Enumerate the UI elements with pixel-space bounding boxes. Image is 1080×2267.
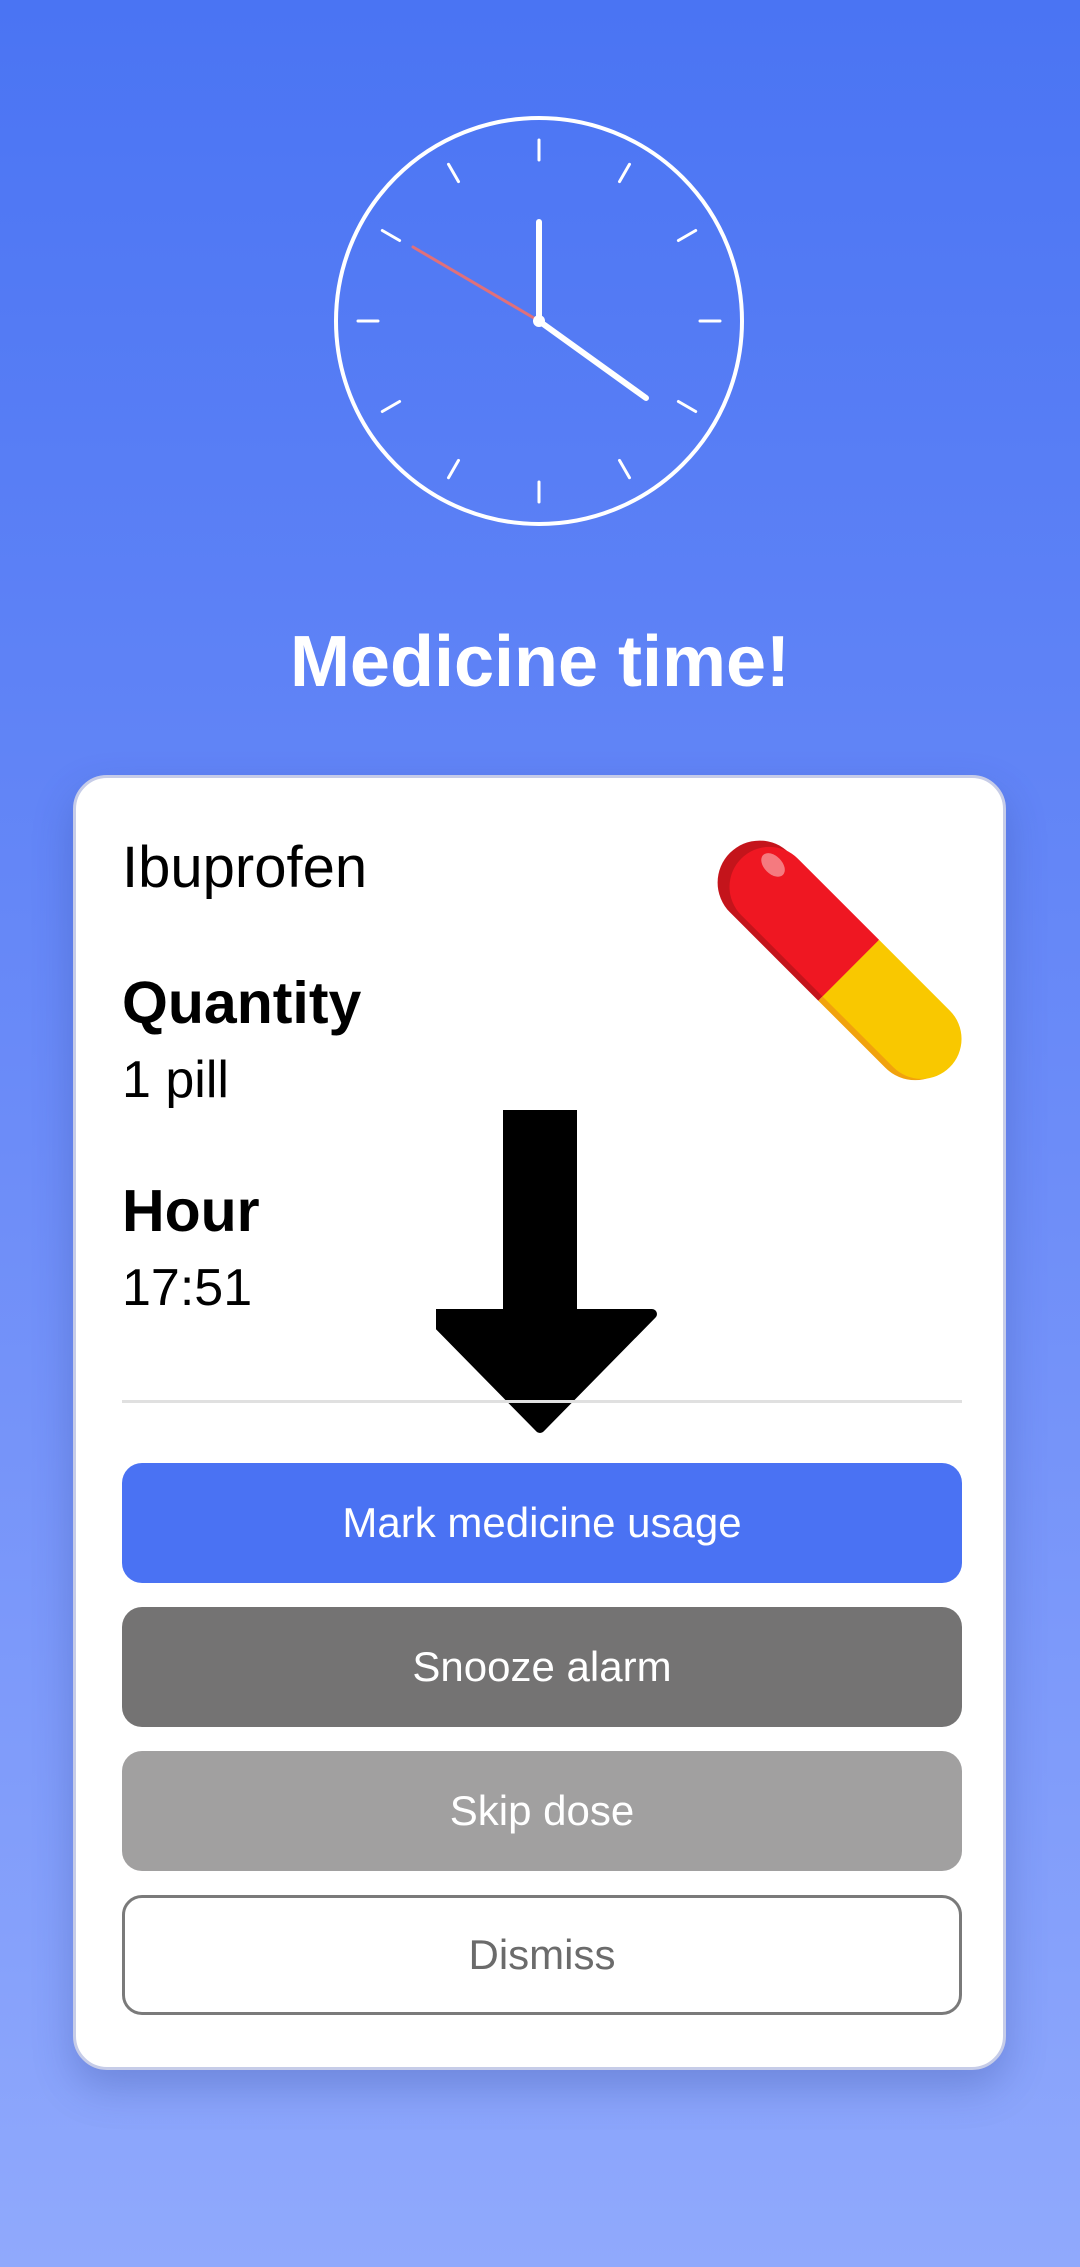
medicine-card: Ibuprofen Quantity 1 pill Hour 17:51 Mar… — [73, 775, 1006, 2070]
page-title: Medicine time! — [289, 622, 791, 702]
divider — [122, 1400, 962, 1403]
arrow-down-icon — [436, 1110, 657, 1433]
clock-icon — [334, 116, 744, 526]
dismiss-button[interactable]: Dismiss — [122, 1895, 962, 2015]
clock-hour-hand — [536, 318, 649, 401]
hour-label: Hour — [122, 1178, 260, 1244]
snooze-alarm-button[interactable]: Snooze alarm — [122, 1607, 962, 1727]
medicine-name: Ibuprofen — [122, 835, 368, 900]
clock-second-hand — [411, 245, 541, 323]
mark-medicine-usage-button[interactable]: Mark medicine usage — [122, 1463, 962, 1583]
quantity-value: 1 pill — [122, 1051, 229, 1109]
quantity-label: Quantity — [122, 970, 362, 1036]
skip-dose-button[interactable]: Skip dose — [122, 1751, 962, 1871]
pill-icon — [717, 840, 962, 1081]
hour-value: 17:51 — [122, 1259, 253, 1317]
